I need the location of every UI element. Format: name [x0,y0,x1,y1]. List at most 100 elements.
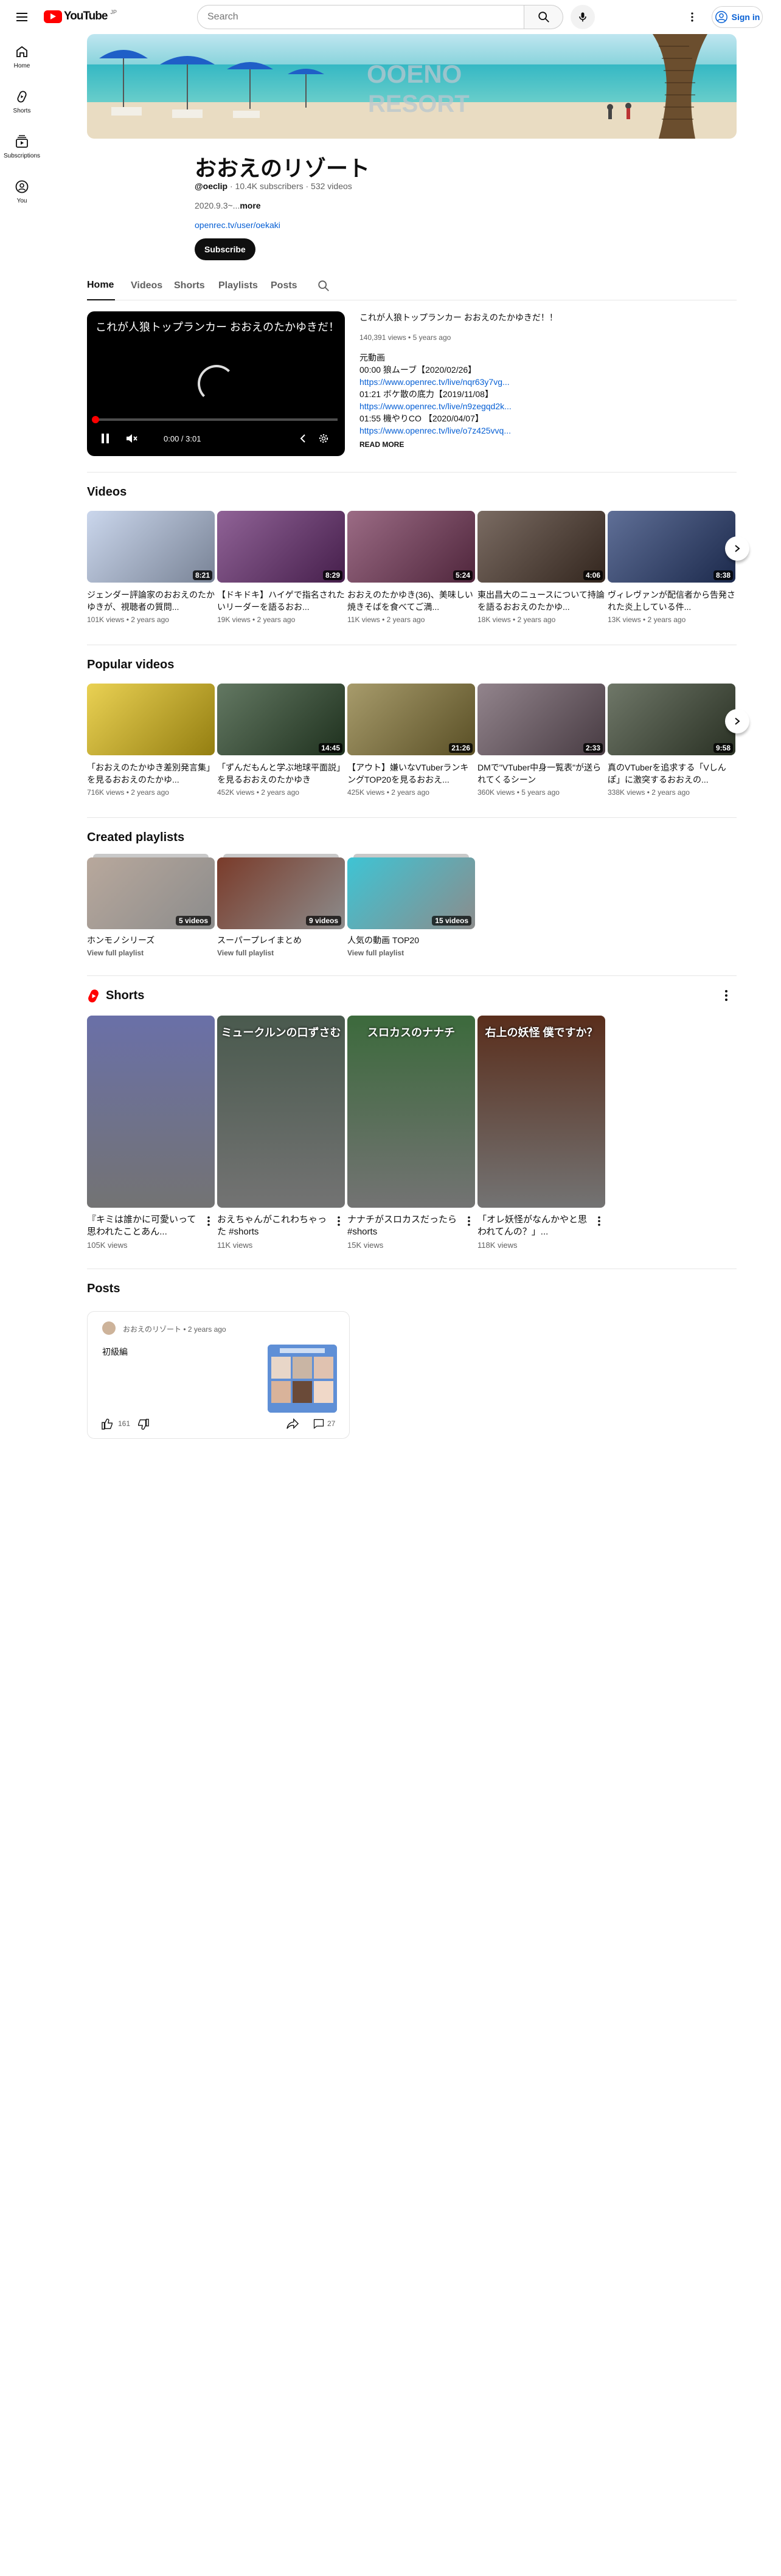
dislike-button[interactable] [136,1419,150,1431]
mute-icon[interactable] [126,433,138,444]
video-card[interactable]: 「おおえのたかゆき差別発言集」を見るおおえのたかゆ... 716K views •… [87,684,215,797]
channel-description[interactable]: 2020.9.3~...more [195,201,261,210]
tab-home[interactable]: Home [87,271,115,300]
read-more-link[interactable]: READ MORE [359,440,404,449]
voice-search-button[interactable] [571,5,595,29]
playlist-title[interactable]: ホンモノシリーズ [87,934,215,946]
short-title[interactable]: ナナチがスロカスだったら #shorts [347,1214,459,1238]
video-title[interactable]: 【ドキドキ】ハイゲで指名されたいリーダーを語るおお... [217,589,345,613]
video-thumbnail[interactable] [87,684,215,755]
section-title-shorts[interactable]: Shorts [106,989,144,1003]
short-thumbnail[interactable] [87,1016,215,1208]
shelf-next-button[interactable] [725,709,749,733]
video-title[interactable]: ジェンダー評論家のおおえのたかゆきが、視聴者の質問... [87,589,215,613]
comments-button[interactable] [313,1418,325,1430]
video-card[interactable]: 4:06 東出昌大のニュースについて持論を語るおおえのたかゆ... 18K view… [477,511,605,624]
gear-icon[interactable] [318,433,329,444]
short-title[interactable]: 「オレ妖怪がなんかやと思われてんの？」... [477,1214,589,1238]
video-thumbnail[interactable]: 4:06 [477,511,605,583]
video-title[interactable]: 「おおえのたかゆき差別発言集」を見るおおえのたかゆ... [87,761,215,786]
video-thumbnail[interactable]: 8:29 [217,511,345,583]
video-thumbnail[interactable]: 5:24 [347,511,475,583]
shelf-next-button[interactable] [725,536,749,561]
video-title[interactable]: 真のVTuberを追求する「Vしんぽ」に激突するおおえの... [608,761,735,786]
short-thumbnail[interactable]: 右上の妖怪 僕ですか？ [477,1016,605,1208]
short-card[interactable]: 『キミは誰かに可愛いって思われたことあん... 105K views [87,1016,215,1250]
view-full-playlist-link[interactable]: View full playlist [217,949,345,957]
video-card[interactable]: 14:45 「ずんだもんと学ぶ地球平面説」を見るおおえのたかゆき 452K view… [217,684,345,797]
progress-bar[interactable] [94,418,338,421]
tab-posts[interactable]: Posts [271,271,297,300]
video-thumbnail[interactable]: 9:58 [608,684,735,755]
video-thumbnail[interactable]: 14:45 [217,684,345,755]
pause-icon[interactable] [100,433,110,444]
short-title[interactable]: 『キミは誰かに可愛いって思われたことあん... [87,1214,199,1238]
tab-playlists[interactable]: Playlists [218,271,258,300]
video-card[interactable]: 21:26 【アウト】嫌いなVTuberランキングTOP20を見るおおえ... 42… [347,684,475,797]
playlist-title[interactable]: スーパープレイまとめ [217,934,345,946]
more-actions-icon[interactable] [720,989,732,1002]
short-card[interactable]: スロカスのナナチ ナナチがスロカスだったら #shorts 15K views [347,1016,475,1250]
video-card[interactable]: 8:38 ヴィレヴァンが配信者から告発された炎上している件... 13K views… [608,511,735,624]
short-card[interactable]: 右上の妖怪 僕ですか？ 「オレ妖怪がなんかやと思われてんの？」... 118K vi… [477,1016,605,1250]
video-thumbnail[interactable]: 8:38 [608,511,735,583]
guide-subscriptions[interactable]: Subscriptions [2,124,41,169]
sign-in-button[interactable]: Sign in [712,6,763,28]
search-box[interactable] [197,5,524,29]
video-card[interactable]: 8:29 【ドキドキ】ハイゲで指名されたいリーダーを語るおお... 19K view… [217,511,345,624]
more-actions-icon[interactable] [333,1214,345,1228]
playlist-card[interactable]: 15 videos 人気の動画 TOP20 View full playlist [347,854,475,957]
community-post[interactable]: おおえのリゾート • 2 years ago 初級編 161 27 [87,1311,350,1439]
playlist-card[interactable]: 5 videos ホンモノシリーズ View full playlist [87,854,215,957]
post-image[interactable] [268,1345,337,1413]
playlist-thumbnail[interactable]: 5 videos [87,854,215,929]
section-title-playlists[interactable]: Created playlists [87,831,184,845]
video-title[interactable]: 【アウト】嫌いなVTuberランキングTOP20を見るおおえ... [347,761,475,786]
chevron-left-icon[interactable] [299,433,307,444]
video-thumbnail[interactable]: 21:26 [347,684,475,755]
search-input[interactable] [207,12,524,23]
tab-shorts[interactable]: Shorts [174,271,205,300]
short-title[interactable]: おえちゃんがこれわちゃった #shorts [217,1214,329,1238]
like-button[interactable] [101,1418,114,1430]
tab-search[interactable] [317,271,330,300]
short-card[interactable]: ミュークルンの口ずさむ おえちゃんがこれわちゃった #shorts 11K view… [217,1016,345,1250]
more-link[interactable]: more [240,201,260,210]
view-full-playlist-link[interactable]: View full playlist [87,949,215,957]
guide-home[interactable]: Home [2,34,41,79]
video-title[interactable]: 東出昌大のニュースについて持論を語るおおえのたかゆ... [477,589,605,613]
menu-icon[interactable] [12,7,32,27]
subscribe-button[interactable]: Subscribe [195,238,255,260]
tab-videos[interactable]: Videos [131,271,162,300]
more-actions-icon[interactable] [203,1214,215,1228]
description-link[interactable]: https://www.openrec.tv/live/n9zegqd2k... [359,400,524,412]
settings-more-icon[interactable] [682,7,702,27]
section-title-popular[interactable]: Popular videos [87,658,174,672]
more-actions-icon[interactable] [593,1214,605,1228]
featured-video-player[interactable]: これが人狼トップランカー おおえのたかゆきだ！！ 0:00 / 3:01 [87,311,345,456]
playlist-card[interactable]: 9 videos スーパープレイまとめ View full playlist [217,854,345,957]
guide-shorts[interactable]: Shorts [2,79,41,124]
video-thumbnail[interactable]: 8:21 [87,511,215,583]
video-card[interactable]: 2:33 DMで"VTuber中身一覧表"が送られてくるシーン 360K views… [477,684,605,797]
playlist-thumbnail[interactable]: 15 videos [347,854,475,929]
video-thumbnail[interactable]: 2:33 [477,684,605,755]
more-actions-icon[interactable] [463,1214,475,1228]
short-thumbnail[interactable]: スロカスのナナチ [347,1016,475,1208]
post-avatar[interactable] [102,1321,116,1335]
post-author[interactable]: おおえのリゾート [123,1325,181,1334]
video-title[interactable]: ヴィレヴァンが配信者から告発された炎上している件... [608,589,735,613]
share-button[interactable] [286,1418,299,1430]
video-card[interactable]: 9:58 真のVTuberを追求する「Vしんぽ」に激突するおおえの... 338K … [608,684,735,797]
guide-you[interactable]: You [2,169,41,214]
video-title[interactable]: おおえのたかゆき(36)、美味しい焼きそばを食べてご満... [347,589,475,613]
view-full-playlist-link[interactable]: View full playlist [347,949,475,957]
video-card[interactable]: 5:24 おおえのたかゆき(36)、美味しい焼きそばを食べてご満... 11K vi… [347,511,475,624]
youtube-logo[interactable]: YouTube JP [44,9,117,23]
featured-video-title[interactable]: これが人狼トップランカー おおえのたかゆきだ！！ [359,311,558,324]
description-link[interactable]: https://www.openrec.tv/live/nqr63y7vg... [359,376,524,388]
video-title[interactable]: DMで"VTuber中身一覧表"が送られてくるシーン [477,761,605,786]
channel-link[interactable]: openrec.tv/user/oekaki [195,220,280,230]
playlist-thumbnail[interactable]: 9 videos [217,854,345,929]
video-card[interactable]: 8:21 ジェンダー評論家のおおえのたかゆきが、視聴者の質問... 101K vie… [87,511,215,624]
